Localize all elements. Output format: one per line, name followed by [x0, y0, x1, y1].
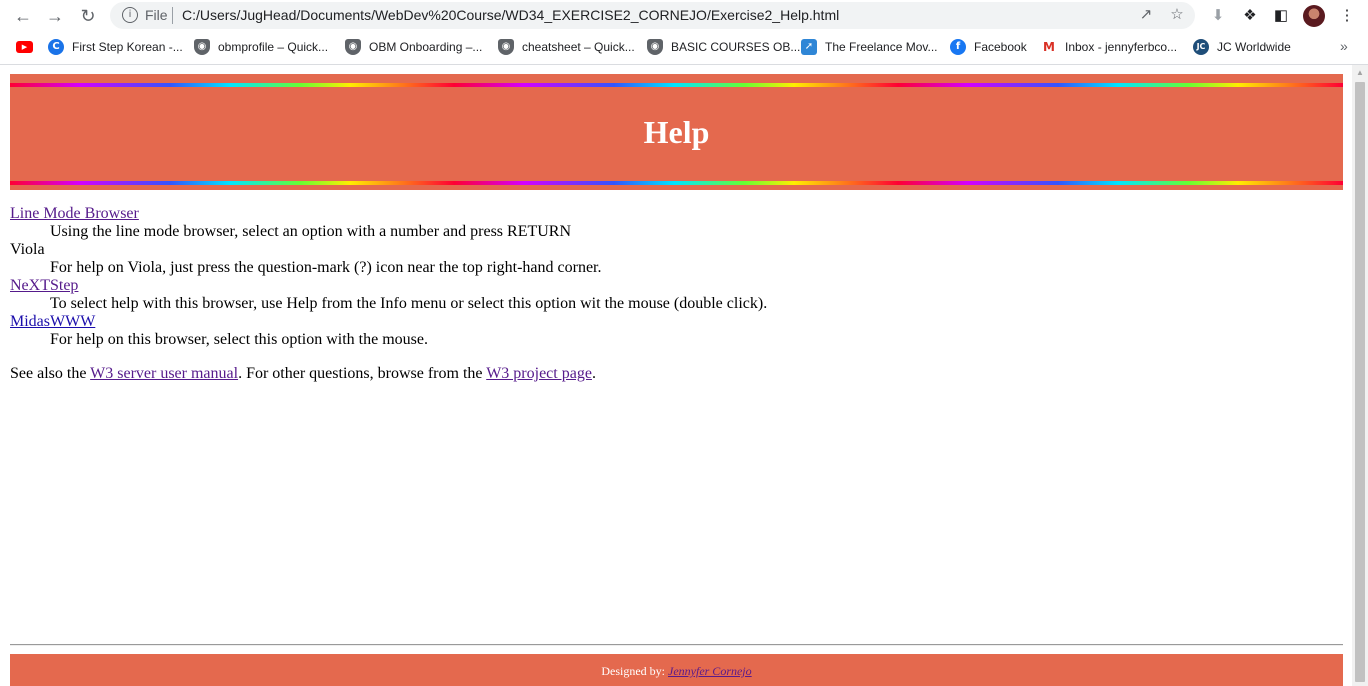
bookmarks-bar: ▶ C First Step Korean -... ◉ obmprofile …	[0, 32, 1368, 62]
w3-server-manual-link[interactable]: W3 server user manual	[90, 365, 238, 382]
midaswww-link[interactable]: MidasWWW	[10, 313, 95, 330]
bookmark-youtube[interactable]: ▶	[16, 39, 41, 55]
url-text[interactable]: C:/Users/JugHead/Documents/WebDev%20Cour…	[182, 7, 839, 23]
vertical-scrollbar[interactable]: ▲	[1352, 65, 1368, 686]
w3-project-page-link[interactable]: W3 project page	[486, 365, 592, 382]
bookmark-obmprofile[interactable]: ◉ obmprofile – Quick...	[194, 39, 328, 55]
profile-avatar[interactable]	[1303, 5, 1325, 27]
page-footer: Designed by: Jennyfer Cornejo	[10, 654, 1343, 686]
share-icon[interactable]: ↗	[1137, 6, 1155, 24]
scroll-thumb[interactable]	[1355, 82, 1365, 682]
facebook-icon: f	[950, 39, 966, 55]
jc-logo-icon: JC	[1193, 39, 1209, 55]
rainbow-border-bottom	[10, 181, 1343, 185]
download-icon[interactable]: ⬇	[1208, 6, 1228, 26]
rainbow-border-top	[10, 83, 1343, 87]
side-panel-icon[interactable]: ◧	[1271, 6, 1291, 26]
omnibox-separator	[172, 7, 173, 24]
term-midaswww: MidasWWW	[10, 313, 1340, 331]
bookmark-cheatsheet[interactable]: ◉ cheatsheet – Quick...	[498, 39, 635, 55]
reload-icon[interactable]: ↻	[77, 5, 99, 27]
forward-arrow-icon[interactable]: →	[44, 5, 66, 27]
bookmark-freelance-movement[interactable]: ➚ The Freelance Mov...	[801, 39, 938, 55]
file-scheme-label: File	[145, 7, 168, 23]
shield-icon: ◉	[647, 39, 663, 55]
page-viewport: Help Line Mode Browser Using the line mo…	[0, 65, 1352, 686]
page-title: Help	[643, 114, 710, 150]
site-info-icon[interactable]: i	[122, 7, 138, 23]
bookmark-basic-courses[interactable]: ◉ BASIC COURSES OB...	[647, 39, 800, 55]
description-midaswww: For help on this browser, select this op…	[50, 331, 428, 348]
shield-icon: ◉	[194, 39, 210, 55]
nextstep-link[interactable]: NeXTStep	[10, 277, 78, 294]
bookmark-facebook[interactable]: f Facebook	[950, 39, 1027, 55]
description-viola: For help on Viola, just press the questi…	[50, 259, 602, 276]
page-header: Help	[10, 74, 1343, 190]
author-link[interactable]: Jennyfer Cornejo	[668, 664, 752, 678]
freelance-logo-icon: ➚	[801, 39, 817, 55]
address-bar[interactable]: i File C:/Users/JugHead/Documents/WebDev…	[110, 2, 1195, 29]
term-viola: Viola	[10, 241, 45, 258]
see-also-paragraph: See also the W3 server user manual. For …	[10, 365, 596, 382]
scroll-up-arrow-icon[interactable]: ▲	[1352, 67, 1368, 79]
bookmark-first-step-korean[interactable]: C First Step Korean -...	[48, 39, 183, 55]
help-content: Line Mode Browser Using the line mode br…	[10, 205, 1340, 383]
term-line-mode-browser: Line Mode Browser	[10, 205, 1340, 223]
back-arrow-icon[interactable]: ←	[12, 5, 34, 27]
horizontal-rule	[10, 644, 1343, 646]
c-logo-icon: C	[48, 39, 64, 55]
description-nextstep: To select help with this browser, use He…	[50, 295, 768, 312]
footer-credit: Designed by: Jennyfer Cornejo	[601, 664, 752, 678]
shield-icon: ◉	[498, 39, 514, 55]
term-nextstep: NeXTStep	[10, 277, 1340, 295]
extensions-puzzle-icon[interactable]: ❖	[1240, 6, 1260, 26]
more-bookmarks-chevron[interactable]: »	[1340, 38, 1348, 54]
menu-kebab-icon[interactable]: ⋮	[1337, 6, 1357, 26]
line-mode-browser-link[interactable]: Line Mode Browser	[10, 205, 139, 222]
star-bookmark-icon[interactable]: ☆	[1168, 6, 1186, 24]
shield-icon: ◉	[345, 39, 361, 55]
description-line-mode-browser: Using the line mode browser, select an o…	[50, 223, 572, 240]
help-definition-list: Line Mode Browser Using the line mode br…	[10, 205, 1340, 349]
gmail-icon: M	[1041, 39, 1057, 55]
bookmark-gmail-inbox[interactable]: M Inbox - jennyferbco...	[1041, 39, 1177, 55]
bookmark-obm-onboarding[interactable]: ◉ OBM Onboarding –...	[345, 39, 482, 55]
bookmark-jc-worldwide[interactable]: JC JC Worldwide	[1193, 39, 1291, 55]
youtube-icon: ▶	[16, 41, 33, 53]
browser-toolbar: ← → ↻ i File C:/Users/JugHead/Documents/…	[0, 0, 1368, 32]
